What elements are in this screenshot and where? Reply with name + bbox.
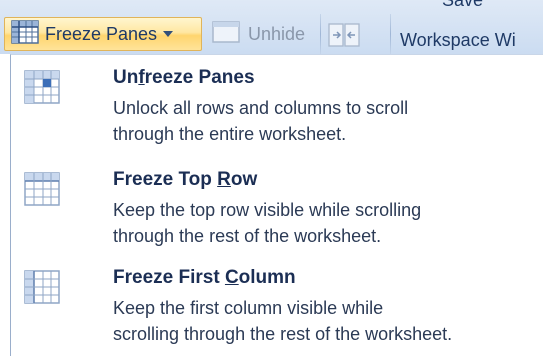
menu-item-freeze-first-column[interactable]: Freeze First Column Keep the first colum… — [11, 267, 543, 356]
view-side-by-side-button[interactable] — [328, 20, 360, 54]
save-workspace-label-line1: Save — [442, 0, 484, 10]
ribbon-separator — [390, 14, 391, 54]
unhide-button[interactable]: Unhide — [212, 17, 305, 51]
menu-item-description: Keep the first column visible while scro… — [113, 295, 543, 347]
access-key: C — [224, 267, 239, 288]
freeze-first-column-icon — [23, 267, 63, 307]
description-line: scrolling through the rest of the worksh… — [113, 324, 453, 344]
title-text: reeze Panes — [144, 67, 255, 88]
save-workspace-label-line2: Workspace Wi — [400, 30, 516, 50]
title-text: olumn — [238, 267, 296, 288]
excel-window-fragment: Freeze Panes Unhide Save Workspace Wi Un… — [0, 0, 543, 356]
title-text: ow — [230, 169, 258, 190]
description-line: Keep the first column visible while — [113, 298, 384, 318]
menu-item-description: Keep the top row visible while scrolling… — [113, 197, 543, 249]
freeze-panes-button[interactable]: Freeze Panes — [4, 17, 202, 51]
menu-item-freeze-top-row[interactable]: Freeze Top Row Keep the top row visible … — [11, 169, 543, 267]
title-text: Un — [113, 67, 139, 88]
side-by-side-icon — [328, 22, 360, 53]
menu-item-title: Freeze First Column — [113, 267, 296, 289]
description-line: through the rest of the worksheet. — [113, 226, 382, 246]
menu-item-unfreeze-panes[interactable]: Unfreeze Panes Unlock all rows and colum… — [11, 67, 543, 165]
menu-item-title: Unfreeze Panes — [113, 67, 255, 89]
unhide-label: Unhide — [248, 23, 306, 44]
description-line: Unlock all rows and columns to scroll — [113, 98, 409, 118]
chevron-down-icon — [163, 31, 174, 37]
unfreeze-panes-icon — [23, 67, 63, 107]
description-line: Keep the top row visible while scrolling — [113, 200, 422, 220]
ribbon-separator — [320, 14, 321, 54]
title-text: Freeze First — [113, 267, 225, 288]
menu-item-title: Freeze Top Row — [113, 169, 257, 191]
freeze-top-row-icon — [23, 169, 63, 209]
grid-freeze-icon — [11, 19, 39, 49]
menu-item-description: Unlock all rows and columns to scroll th… — [113, 95, 543, 147]
window-icon — [212, 20, 240, 49]
ribbon-window-group: Freeze Panes Unhide Save Workspace Wi — [0, 0, 543, 54]
freeze-panes-menu: Unfreeze Panes Unlock all rows and colum… — [10, 54, 543, 356]
description-line: through the entire worksheet. — [113, 124, 347, 144]
title-text: Freeze Top — [113, 169, 218, 190]
freeze-panes-label: Freeze Panes — [45, 23, 158, 44]
access-key: R — [217, 169, 231, 190]
